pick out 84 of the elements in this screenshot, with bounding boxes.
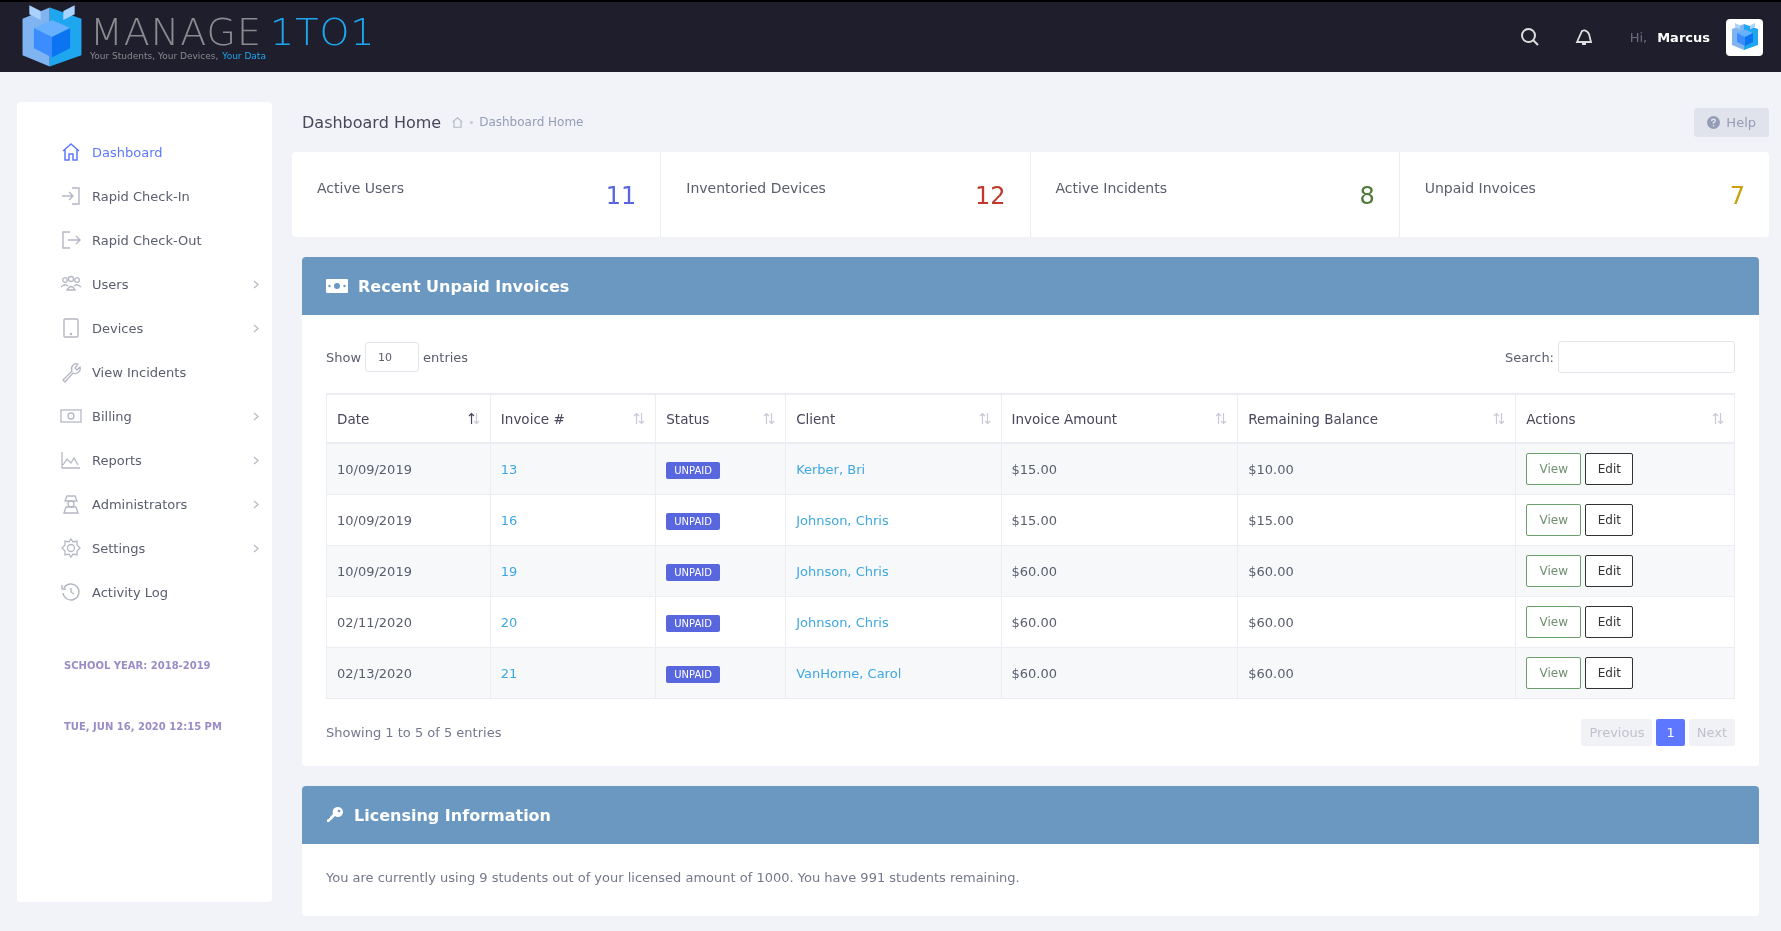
sidebar-item[interactable]: Activity Log: [45, 570, 259, 614]
stat-label: Inventoried Devices: [686, 180, 826, 198]
question-icon: [1707, 115, 1721, 129]
home-icon: [60, 141, 82, 163]
table-cell: $60.00: [1001, 545, 1238, 597]
table-cell: $60.00: [1001, 647, 1238, 699]
tagline: Your Data: [222, 51, 266, 61]
tablet-icon: [60, 317, 82, 339]
panel-title: Licensing Information: [354, 805, 551, 825]
table-cell: $15.00: [1001, 443, 1238, 495]
pagination-button[interactable]: 1: [1656, 719, 1685, 746]
sidebar-item[interactable]: Users: [45, 262, 259, 306]
sidebar-item[interactable]: Dashboard: [45, 130, 259, 174]
edit-button[interactable]: Edit: [1585, 504, 1634, 536]
stat-value: 11: [605, 182, 637, 212]
stat-value: 8: [1359, 182, 1375, 212]
search-label: Search:: [1504, 349, 1554, 365]
money-icon: [326, 279, 348, 293]
chart-icon: [60, 449, 82, 471]
logo-text: MANAGE: [90, 13, 262, 51]
avatar[interactable]: [1726, 18, 1763, 56]
table-cell: $60.00: [1237, 596, 1516, 648]
gear-icon: [60, 537, 82, 559]
table-cell: 10/09/2019: [326, 443, 491, 495]
history-icon: [60, 581, 82, 603]
search-field[interactable]: [1558, 341, 1735, 373]
view-button[interactable]: View: [1526, 555, 1582, 587]
edit-button[interactable]: Edit: [1585, 657, 1634, 689]
status-badge: UNPAID: [666, 614, 720, 632]
sidebar-item[interactable]: Reports: [45, 438, 259, 482]
panel-title: Recent Unpaid Invoices: [358, 276, 570, 296]
license-text: You are currently using 9 students out of your licensed amount of 1000. You have 991 students remaining.: [325, 869, 1021, 887]
sidebar-item[interactable]: Administrators: [45, 482, 259, 526]
edit-button[interactable]: Edit: [1585, 453, 1634, 485]
sidebar-item[interactable]: Rapid Check-In: [45, 174, 259, 218]
person-icon: [60, 493, 82, 515]
table-cell: $60.00: [1237, 545, 1516, 597]
date-time: TUE, JUN 16, 2020 12:15 PM: [64, 721, 223, 732]
page-size-select[interactable]: 10: [365, 342, 420, 372]
user-name: Marcus: [1657, 29, 1710, 45]
table-cell: $15.00: [1237, 494, 1516, 546]
sidebar-item[interactable]: Billing: [45, 394, 259, 438]
table-cell: 10/09/2019: [326, 494, 491, 546]
sidebar-item[interactable]: Devices: [45, 306, 259, 350]
edit-button[interactable]: Edit: [1585, 555, 1634, 587]
stat-label: Unpaid Invoices: [1424, 180, 1536, 198]
table-summary: Showing 1 to 5 of 5 entries: [326, 725, 502, 740]
stat-value: 12: [974, 182, 1006, 212]
table-cell: $60.00: [1001, 596, 1238, 648]
logo-text: 1TO1: [270, 13, 376, 51]
table-cell: $60.00: [1237, 647, 1516, 699]
wrench-icon: [60, 361, 82, 383]
tagline: Your Students, Your Devices,: [90, 51, 219, 61]
search-icon[interactable]: [1519, 27, 1540, 47]
stat-label: Active Users: [317, 180, 404, 198]
school-year: SCHOOL YEAR: 2018-2019: [64, 660, 212, 671]
stat-label: Active Incidents: [1055, 180, 1167, 198]
status-badge: UNPAID: [666, 461, 720, 479]
sidebar-item[interactable]: Rapid Check-Out: [45, 218, 259, 262]
table-cell: $15.00: [1001, 494, 1238, 546]
table-cell: $10.00: [1237, 443, 1516, 495]
table-cell: 10/09/2019: [326, 545, 491, 597]
entries-label: entries: [423, 349, 469, 365]
sign-out-icon: [60, 229, 82, 251]
page-title: Dashboard Home: [302, 112, 442, 132]
key-icon: [326, 806, 344, 824]
view-button[interactable]: View: [1526, 606, 1582, 638]
bell-icon[interactable]: [1573, 27, 1594, 47]
show-label: Show: [326, 349, 362, 365]
status-badge: UNPAID: [666, 665, 720, 683]
table-cell: 02/13/2020: [326, 647, 491, 699]
stat-value: 7: [1729, 182, 1745, 212]
table-cell: 02/11/2020: [326, 596, 491, 648]
view-button[interactable]: View: [1526, 657, 1582, 689]
status-badge: UNPAID: [666, 512, 720, 530]
greeting: Hi,: [1629, 29, 1648, 45]
cube-icon: [1729, 22, 1760, 52]
view-button[interactable]: View: [1526, 453, 1582, 485]
edit-button[interactable]: Edit: [1585, 606, 1634, 638]
status-badge: UNPAID: [666, 563, 720, 581]
sign-in-icon: [60, 185, 82, 207]
sidebar-item[interactable]: Settings: [45, 526, 259, 570]
sidebar-item[interactable]: View Incidents: [45, 350, 259, 394]
view-button[interactable]: View: [1526, 504, 1582, 536]
